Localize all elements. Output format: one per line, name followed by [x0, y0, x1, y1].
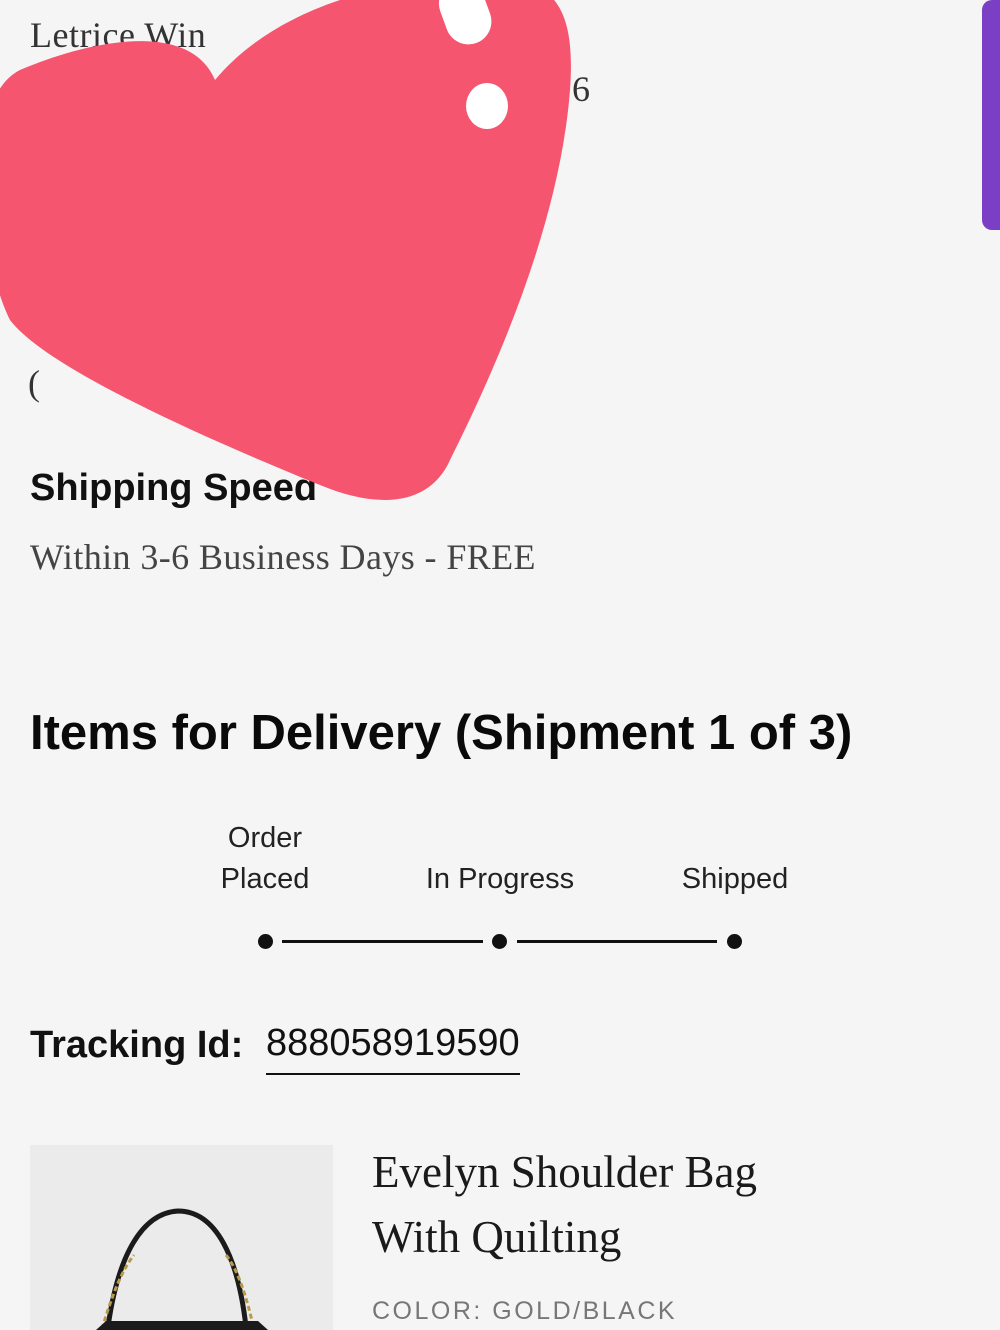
- progress-connector: [517, 940, 717, 943]
- side-feedback-tab[interactable]: [982, 0, 1000, 230]
- step-in-progress-label: In Progress: [400, 859, 600, 900]
- shipping-speed-value: Within 3-6 Business Days - FREE: [30, 537, 536, 577]
- progress-connector: [282, 940, 483, 943]
- step-label-line2: In Progress: [425, 863, 575, 895]
- step-label-line2: Shipped: [681, 863, 789, 895]
- product-name-line1: Evelyn Shoulder Bag: [372, 1147, 757, 1197]
- tracking-id-label: Tracking Id:: [30, 1024, 244, 1066]
- shoulder-bag-image: [96, 1208, 268, 1330]
- heart-sticker-icon: [0, 0, 571, 500]
- step-dot-shipped: [727, 934, 742, 949]
- shipment-progress-tracker: [250, 926, 750, 956]
- tracking-id-link[interactable]: 888058919590: [266, 1022, 520, 1075]
- product-name-line2: With Quilting: [372, 1212, 622, 1262]
- step-dot-in-progress: [492, 934, 507, 949]
- step-label-line1: Order: [227, 822, 303, 854]
- step-dot-order-placed: [258, 934, 273, 949]
- product-image[interactable]: [30, 1145, 333, 1330]
- product-name[interactable]: Evelyn Shoulder Bag With Quilting: [372, 1140, 932, 1270]
- items-for-delivery-heading: Items for Delivery (Shipment 1 of 3): [30, 706, 853, 760]
- step-label-line2: Placed: [220, 863, 310, 895]
- product-color: COLOR: GOLD/BLACK: [372, 1297, 678, 1325]
- step-order-placed-label: Order Placed: [190, 818, 340, 900]
- step-shipped-label: Shipped: [660, 859, 810, 900]
